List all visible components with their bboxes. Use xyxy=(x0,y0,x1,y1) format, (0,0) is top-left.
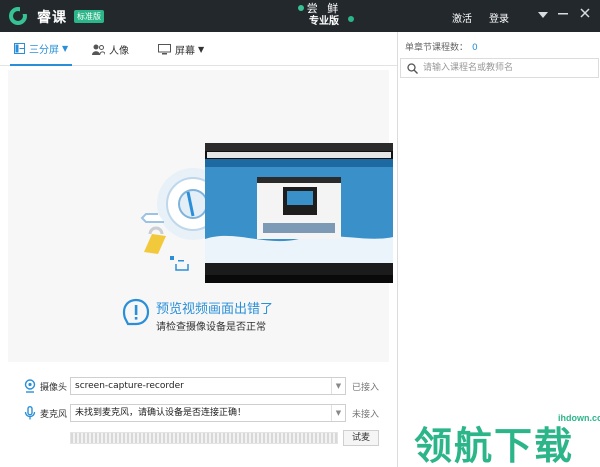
preview-error-message: 预览视频画面出错了 请检查摄像设备是否正常 xyxy=(122,296,322,336)
microphone-select-value: 未找到麦克风，请确认设备是否连接正确！ xyxy=(75,408,247,418)
camera-select-value: screen-capture-recorder xyxy=(75,381,184,391)
close-icon[interactable] xyxy=(577,6,593,24)
app-name: 睿课 xyxy=(37,10,67,26)
watermark-text: 领航下载 xyxy=(414,424,575,467)
microphone-icon xyxy=(24,406,36,420)
search-icon xyxy=(407,63,418,74)
search-input[interactable] xyxy=(423,61,593,75)
warning-icon xyxy=(122,298,150,326)
tab-three-split-label: 三分屏 xyxy=(29,44,59,56)
course-sidebar: 单章节课程数： 0 xyxy=(397,32,600,467)
tab-portrait[interactable]: 人像 xyxy=(92,32,129,66)
mic-level-meter xyxy=(70,432,338,444)
chevron-down-icon: ▼ xyxy=(331,378,345,394)
course-count: 单章节课程数： 0 xyxy=(405,40,478,53)
login-link[interactable]: 登录 xyxy=(489,10,509,25)
title-bar: 睿课 标准版 尝 鲜 专业版 激活 登录 xyxy=(0,0,600,32)
screen-capture-thumbnail xyxy=(205,143,393,283)
course-count-value: 0 xyxy=(472,43,478,53)
microphone-status: 未接入 xyxy=(352,410,380,420)
recording-pane: 三分屏 ▼ 人像 屏幕 ▼ 预览视频画面出错了 请检查摄像设备是否正常 摄像头 … xyxy=(0,32,397,467)
course-search[interactable] xyxy=(400,58,599,78)
chevron-down-icon: ▼ xyxy=(62,43,69,53)
camera-row: 摄像头 screen-capture-recorder ▼ 已接入 xyxy=(0,376,397,396)
microphone-select[interactable]: 未找到麦克风，请确认设备是否连接正确！ ▼ xyxy=(70,404,346,422)
watermark: ihdown.com 领航下载 xyxy=(412,405,600,467)
microphone-label: 麦克风 xyxy=(40,410,68,420)
menu-icon[interactable] xyxy=(535,6,551,24)
camera-status: 已接入 xyxy=(352,383,380,393)
promo-dot-icon xyxy=(348,16,354,22)
promo-line2: 专业版 xyxy=(309,16,339,27)
error-subtitle: 请检查摄像设备是否正常 xyxy=(156,322,266,333)
tab-portrait-label: 人像 xyxy=(109,45,129,57)
try-pro-button[interactable]: 尝 鲜 专业版 xyxy=(292,2,356,30)
app-logo-icon xyxy=(9,6,28,25)
tab-three-split[interactable]: 三分屏 ▼ xyxy=(10,32,73,66)
error-title: 预览视频画面出错了 xyxy=(156,302,274,317)
chevron-down-icon: ▼ xyxy=(331,405,345,421)
edition-badge: 标准版 xyxy=(74,10,104,23)
monitor-icon xyxy=(158,43,171,54)
tab-screen[interactable]: 屏幕 ▼ xyxy=(158,32,204,66)
layout-icon xyxy=(14,42,25,54)
chevron-down-icon: ▼ xyxy=(198,44,205,54)
minimize-icon[interactable] xyxy=(555,6,571,24)
video-preview: 预览视频画面出错了 请检查摄像设备是否正常 xyxy=(8,70,393,362)
person-icon xyxy=(92,44,105,55)
promo-dot-icon xyxy=(298,5,304,11)
webcam-icon xyxy=(24,379,36,393)
mode-tabbar: 三分屏 ▼ 人像 屏幕 ▼ xyxy=(0,32,397,66)
activate-link[interactable]: 激活 xyxy=(452,10,472,25)
tab-screen-label: 屏幕 xyxy=(175,45,195,57)
test-mic-button[interactable]: 试麦 xyxy=(343,430,379,446)
course-count-label: 单章节课程数： xyxy=(405,43,469,53)
camera-label: 摄像头 xyxy=(40,383,68,393)
camera-select[interactable]: screen-capture-recorder ▼ xyxy=(70,377,346,395)
watermark-site: ihdown.com xyxy=(558,413,600,423)
microphone-row: 麦克风 未找到麦克风，请确认设备是否连接正确！ ▼ 未接入 xyxy=(0,403,397,423)
